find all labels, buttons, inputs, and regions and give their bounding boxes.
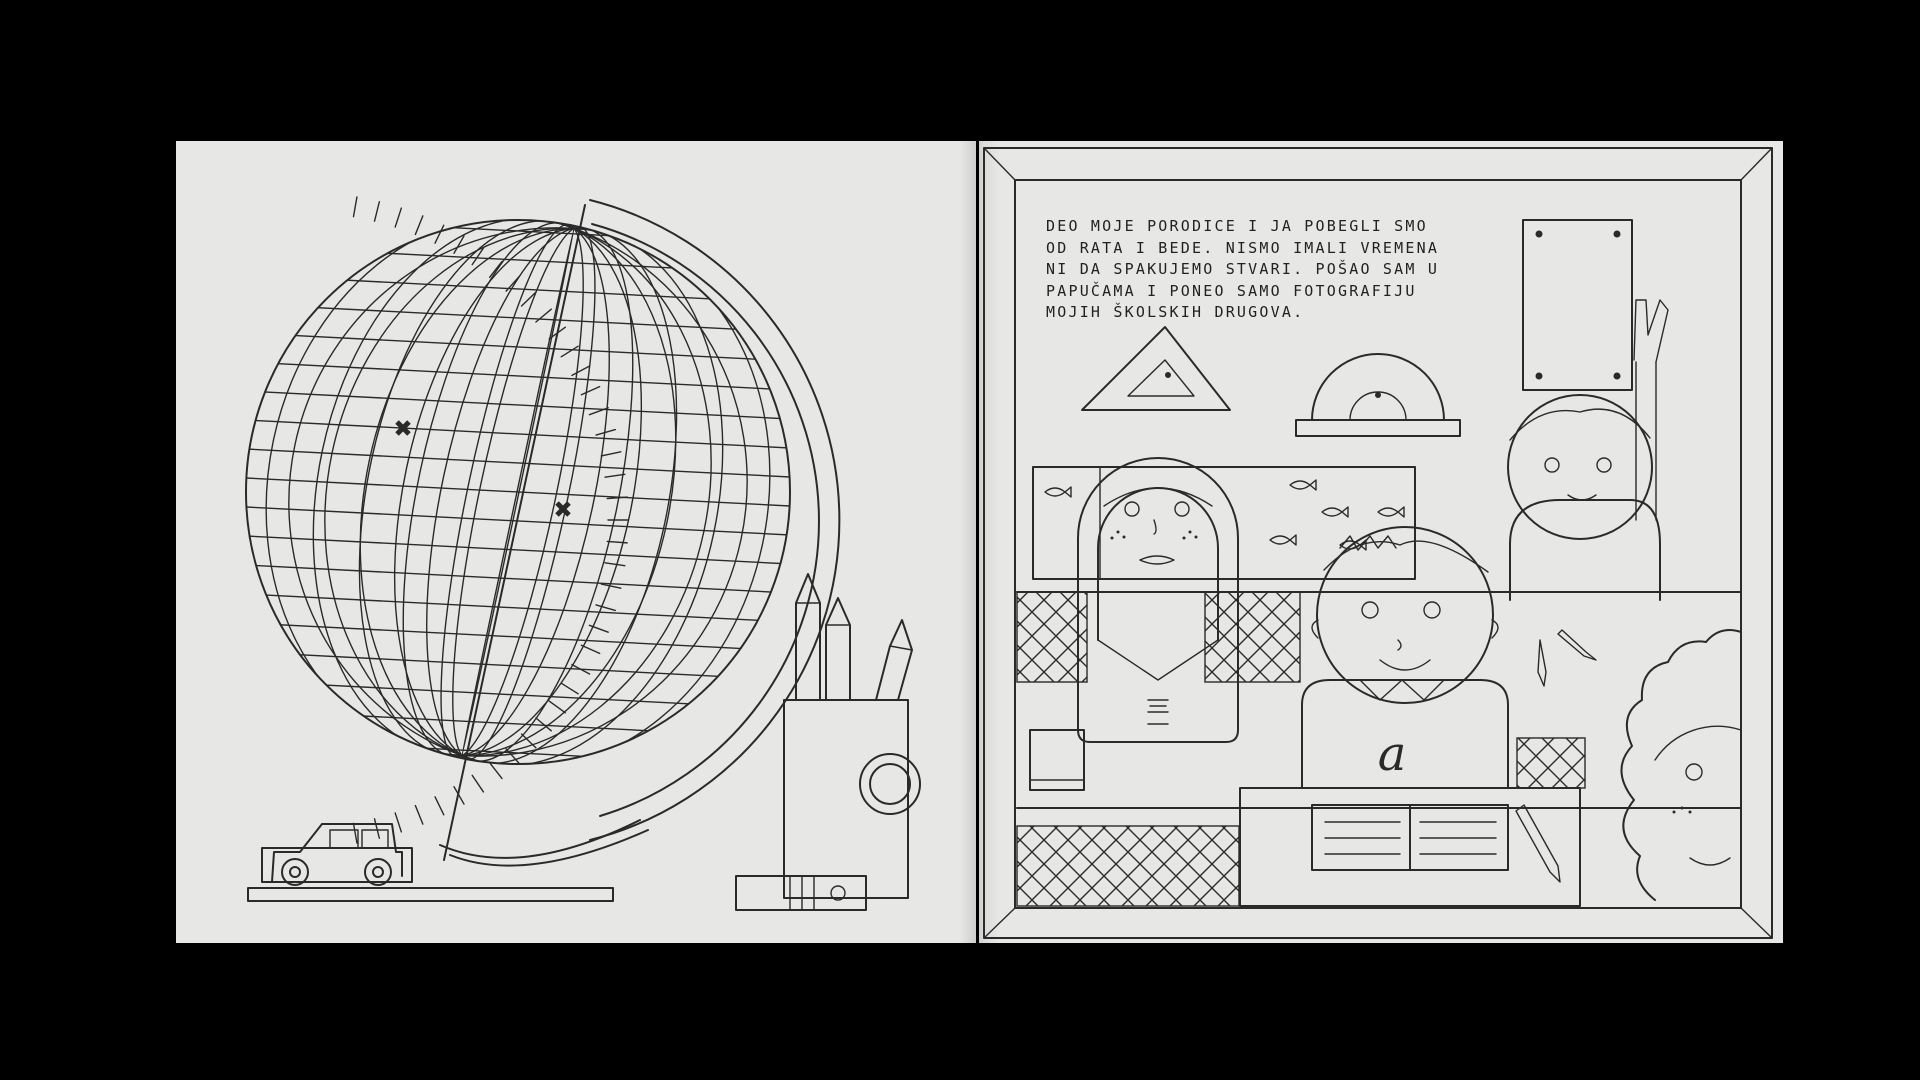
arc-tick [571, 365, 591, 377]
open-book-icon [1239, 787, 1581, 907]
arc-tick [548, 700, 567, 714]
globe-longitude-line [440, 223, 584, 758]
arc-tick [471, 774, 485, 793]
toy-car-icon [261, 823, 413, 886]
illustrations: a [245, 147, 1773, 939]
arc-tick [604, 562, 626, 567]
shirt-letter: a [1378, 726, 1407, 782]
arc-tick [604, 473, 626, 478]
boy-raising-hand-icon [1507, 299, 1669, 601]
arc-tick [595, 604, 616, 612]
protractor-icon [1295, 353, 1461, 437]
globe-latitude-line [246, 332, 790, 362]
globe-latitude-line [246, 506, 790, 536]
globe-longitude-line [246, 220, 748, 757]
globe-latitude-line [246, 622, 790, 652]
arc-tick [453, 235, 465, 254]
globe-longitude-line [426, 227, 634, 762]
arc-tick [352, 822, 358, 844]
small-book-icon [1029, 729, 1085, 791]
globe-longitude-line [288, 227, 790, 764]
globe-latitude-line [246, 361, 790, 391]
arc-tick [606, 540, 628, 544]
notice-board-icon [1522, 219, 1633, 391]
arc-tick [434, 224, 445, 244]
story-text: DEO MOJE PORODICE I JA POBEGLI SMO OD RA… [1046, 217, 1440, 321]
globe-latitude-line [246, 448, 790, 478]
arc-tick [394, 812, 403, 833]
book-icon [735, 875, 867, 911]
set-square-icon [1081, 326, 1231, 411]
pencil-cup-icon [783, 573, 921, 899]
globe-longitude-line [265, 220, 712, 757]
arc-tick [434, 796, 445, 816]
chalkboard-icon [1032, 466, 1416, 580]
arc-tick [394, 207, 403, 228]
globe-latitude-line [246, 564, 790, 594]
globe-longitude-line [324, 227, 771, 764]
arc-tick [600, 451, 622, 457]
arc-tick [560, 345, 579, 358]
arc-tick [560, 682, 579, 695]
arc-tick [580, 385, 601, 396]
arc-tick [373, 818, 381, 839]
arc-tick [414, 215, 424, 236]
globe-latitude-line [246, 390, 790, 420]
curly-kid-icon [1620, 629, 1742, 901]
arc-tick [414, 804, 424, 825]
pencil-icon [795, 573, 913, 701]
globe-latitude-line [246, 709, 790, 739]
arc-tick [580, 644, 601, 655]
arc-tick [352, 196, 358, 218]
globe-icon [245, 196, 841, 902]
globe-latitude-line [246, 245, 790, 275]
globe-latitude-line [246, 593, 790, 623]
boy-icon: a [1301, 526, 1509, 789]
arc-tick [373, 201, 381, 222]
arc-tick [488, 762, 503, 780]
